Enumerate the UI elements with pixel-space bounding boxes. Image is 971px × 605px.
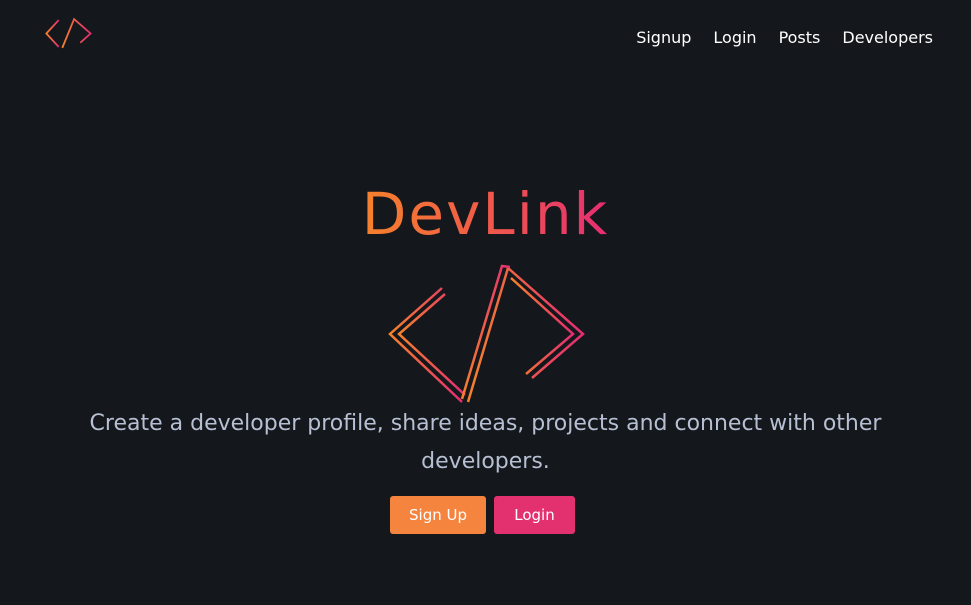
login-button[interactable]: Login — [494, 496, 575, 534]
nav-developers-link[interactable]: Developers — [842, 28, 933, 48]
code-brackets-icon[interactable] — [44, 16, 96, 52]
nav-posts-link[interactable]: Posts — [779, 28, 821, 48]
hero-title: DevLink — [361, 180, 610, 248]
hero-tagline: Create a developer profile, share ideas,… — [89, 411, 882, 474]
main-nav: Signup Login Posts Developers — [636, 28, 933, 48]
nav-login-link[interactable]: Login — [713, 28, 756, 48]
signup-button[interactable]: Sign Up — [390, 496, 486, 534]
nav-signup-link[interactable]: Signup — [636, 28, 691, 48]
code-brackets-icon — [388, 264, 585, 403]
